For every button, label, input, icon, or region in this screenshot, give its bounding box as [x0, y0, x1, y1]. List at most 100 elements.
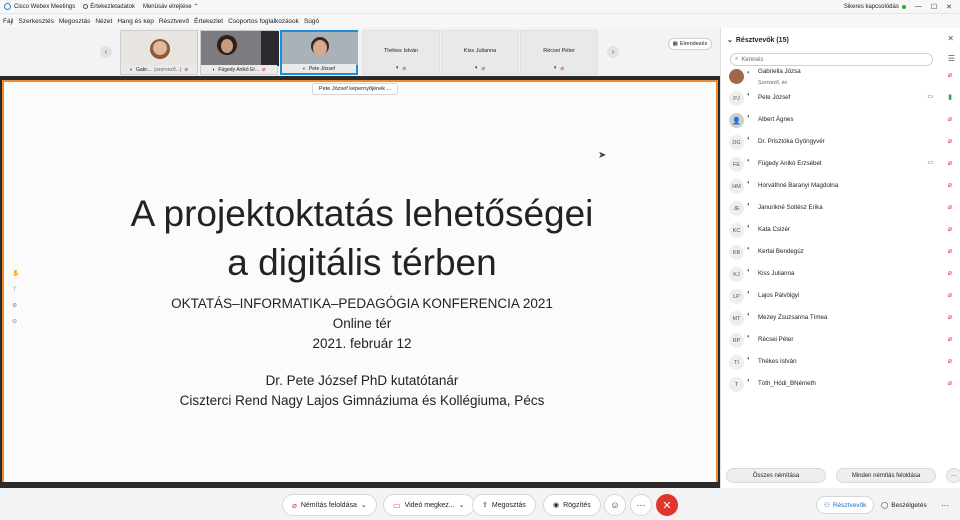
chat-icon: ◯: [881, 502, 889, 509]
menu-bar: Fájl Szerkesztés Megosztás Nézet Hang és…: [0, 14, 960, 28]
participant-row[interactable]: FE ◐ Fügedy Anikó Erzsébet ▭ ⌀: [721, 154, 960, 176]
layout-button[interactable]: ▦ Elrendezés: [668, 38, 712, 50]
camera-icon: ▭: [927, 94, 933, 100]
participant-row[interactable]: RP ◐ Récsei Péter ⌀: [721, 330, 960, 352]
annotation-tools: ✋ ⊤ ⊕ ⊖: [12, 270, 19, 325]
video-tile-fugedy[interactable]: ◐ Fügedy Anikó Er... ⌀: [200, 30, 279, 75]
participant-search-input[interactable]: ⌕ Keresés: [730, 53, 933, 66]
avatar-photo: [729, 69, 744, 84]
panel-footer-more-button[interactable]: ···: [946, 468, 960, 483]
share-icon: ⇪: [482, 502, 488, 509]
video-tile-thekes[interactable]: Thékes István ◐ ⌀: [362, 30, 440, 75]
menu-breakout[interactable]: Csoportos foglalkozások: [228, 18, 299, 25]
meeting-info-button[interactable]: Értekezletadatok: [83, 4, 135, 10]
panel-more-button[interactable]: ···: [934, 496, 956, 514]
video-strip: ‹ ◐ Gabr... (szervező...) ⌀ ◐ Fügedy Ani…: [0, 28, 720, 76]
menu-edit[interactable]: Szerkesztés: [18, 18, 53, 25]
hide-menu-button[interactable]: Menüsáv elrejtése ⌃: [143, 3, 199, 11]
muted-mic-icon[interactable]: ⌀: [948, 313, 952, 321]
close-window-button[interactable]: ✕: [946, 3, 952, 11]
zoom-out-icon[interactable]: ⊖: [12, 318, 19, 325]
participant-row[interactable]: KJ ◐ Kiss Julianna ⌀: [721, 264, 960, 286]
muted-mic-icon[interactable]: ⌀: [948, 357, 952, 365]
participants-button[interactable]: ⚇ Résztvevők: [816, 496, 875, 514]
slide-author: Dr. Pete József PhD kutatótanár: [265, 373, 459, 388]
hand-icon[interactable]: ✋: [12, 270, 19, 277]
audio-connection-icon: ◐: [747, 312, 751, 318]
avatar: T: [729, 377, 744, 392]
zoom-in-icon[interactable]: ⊕: [12, 302, 19, 309]
avatar: JE: [729, 201, 744, 216]
sharing-banner[interactable]: Pete József képernyőjének ...: [312, 83, 399, 95]
reactions-button[interactable]: ☺: [604, 494, 626, 516]
muted-mic-icon[interactable]: ⌀: [948, 203, 952, 211]
record-button[interactable]: ◉ Rögzítés: [543, 494, 601, 516]
muted-mic-icon[interactable]: ⌀: [948, 71, 952, 79]
participant-row[interactable]: TI ◐ Thékes István ⌀: [721, 352, 960, 374]
participant-row[interactable]: ◐ Gabriella Józsa Szervező, én ⌀: [721, 66, 960, 88]
unmute-all-button[interactable]: Minden némítás feloldása: [836, 468, 936, 483]
muted-mic-icon[interactable]: ⌀: [948, 137, 952, 145]
info-icon: [83, 4, 89, 9]
participant-row[interactable]: 👤 ◐ Albert Ágnes ⌀: [721, 110, 960, 132]
muted-mic-icon: ⌀: [481, 66, 486, 72]
start-video-label: Videó megkez...: [404, 501, 455, 509]
video-off-icon: ▭: [393, 500, 401, 510]
participants-panel: ⌄ Résztvevők (15) ✕ ⌕ Keresés ☰ ◐ Gabriel…: [720, 28, 960, 488]
start-video-button[interactable]: ▭ Videó megkez... ⌄: [383, 494, 475, 516]
avatar: HM: [729, 179, 744, 194]
menu-file[interactable]: Fájl: [3, 18, 13, 25]
mute-all-button[interactable]: Összes némítása: [726, 468, 826, 483]
muted-mic-icon[interactable]: ⌀: [948, 181, 952, 189]
menu-view[interactable]: Nézet: [95, 18, 112, 25]
muted-mic-icon[interactable]: ⌀: [948, 115, 952, 123]
video-tile-pete[interactable]: ◐ Pete József: [280, 30, 358, 75]
participant-name: Janurikné Soltész Erika: [758, 204, 823, 211]
muted-mic-icon[interactable]: ⌀: [948, 225, 952, 233]
video-tile-kiss[interactable]: Kiss Julianna ◐ ⌀: [441, 30, 519, 75]
strip-next-button[interactable]: ›: [607, 46, 619, 58]
audio-connection-icon: ◐: [747, 334, 751, 340]
avatar: RP: [729, 333, 744, 348]
video-tile-recsei[interactable]: Récsei Péter ◐ ⌀: [520, 30, 598, 75]
unmute-button[interactable]: ⌀ Némítás feloldása ⌄: [282, 494, 377, 516]
participant-row[interactable]: T ◐ Tóth_Hódi_BNémeth ⌀: [721, 374, 960, 396]
menu-audio-video[interactable]: Hang és kép: [117, 18, 154, 25]
chevron-down-icon[interactable]: ⌄: [459, 501, 465, 509]
mouse-cursor-icon: ➤: [598, 150, 607, 161]
list-options-icon[interactable]: ☰: [948, 54, 955, 63]
menu-share[interactable]: Megosztás: [59, 18, 90, 25]
video-tile-gabriella[interactable]: ◐ Gabr... (szervező...) ⌀: [120, 30, 198, 75]
chevron-down-icon[interactable]: ⌄: [361, 501, 367, 509]
participant-row[interactable]: MT ◐ Mezey Zsuzsanna Tímea ⌀: [721, 308, 960, 330]
strip-prev-button[interactable]: ‹: [100, 46, 112, 58]
more-options-button[interactable]: ···: [630, 494, 652, 516]
mic-active-icon[interactable]: ▮: [948, 93, 952, 101]
participant-row[interactable]: KC ◐ Kata Csizér ⌀: [721, 220, 960, 242]
connection-label: Sikeres kapcsolódás: [843, 3, 899, 10]
share-button[interactable]: ⇪ Megosztás: [472, 494, 536, 516]
participant-row[interactable]: KB ◐ Kertai Bendegúz ⌀: [721, 242, 960, 264]
participant-row[interactable]: JE ◐ Janurikné Soltész Erika ⌀: [721, 198, 960, 220]
panel-header[interactable]: ⌄ Résztvevők (15): [727, 36, 789, 45]
menu-meeting[interactable]: Értekezlet: [194, 18, 223, 25]
muted-mic-icon[interactable]: ⌀: [948, 335, 952, 343]
muted-mic-icon[interactable]: ⌀: [948, 247, 952, 255]
muted-mic-icon[interactable]: ⌀: [948, 379, 952, 387]
participant-row[interactable]: HM ◐ Horváthné Baranyi Magdolna ⌀: [721, 176, 960, 198]
menu-help[interactable]: Súgó: [304, 18, 319, 25]
minimize-button[interactable]: —: [915, 3, 922, 10]
close-panel-icon[interactable]: ✕: [947, 34, 954, 43]
participant-name: Thékes István: [758, 358, 797, 365]
participant-row[interactable]: DG ◐ Dr. Prisztóka Gyöngyvér ⌀: [721, 132, 960, 154]
muted-mic-icon[interactable]: ⌀: [948, 159, 952, 167]
muted-mic-icon[interactable]: ⌀: [948, 291, 952, 299]
leave-meeting-button[interactable]: ✕: [656, 494, 678, 516]
menu-participant[interactable]: Résztvevő: [159, 18, 189, 25]
muted-mic-icon[interactable]: ⌀: [948, 269, 952, 277]
participant-row[interactable]: PJ ◐ Pete József ▭ ▮: [721, 88, 960, 110]
pin-icon[interactable]: ⊤: [12, 286, 19, 293]
participant-row[interactable]: LP ◐ Lajos Pálvölgyi ⌀: [721, 286, 960, 308]
maximize-button[interactable]: ☐: [931, 3, 937, 11]
chat-button[interactable]: ◯ Beszélgetés: [874, 496, 934, 514]
